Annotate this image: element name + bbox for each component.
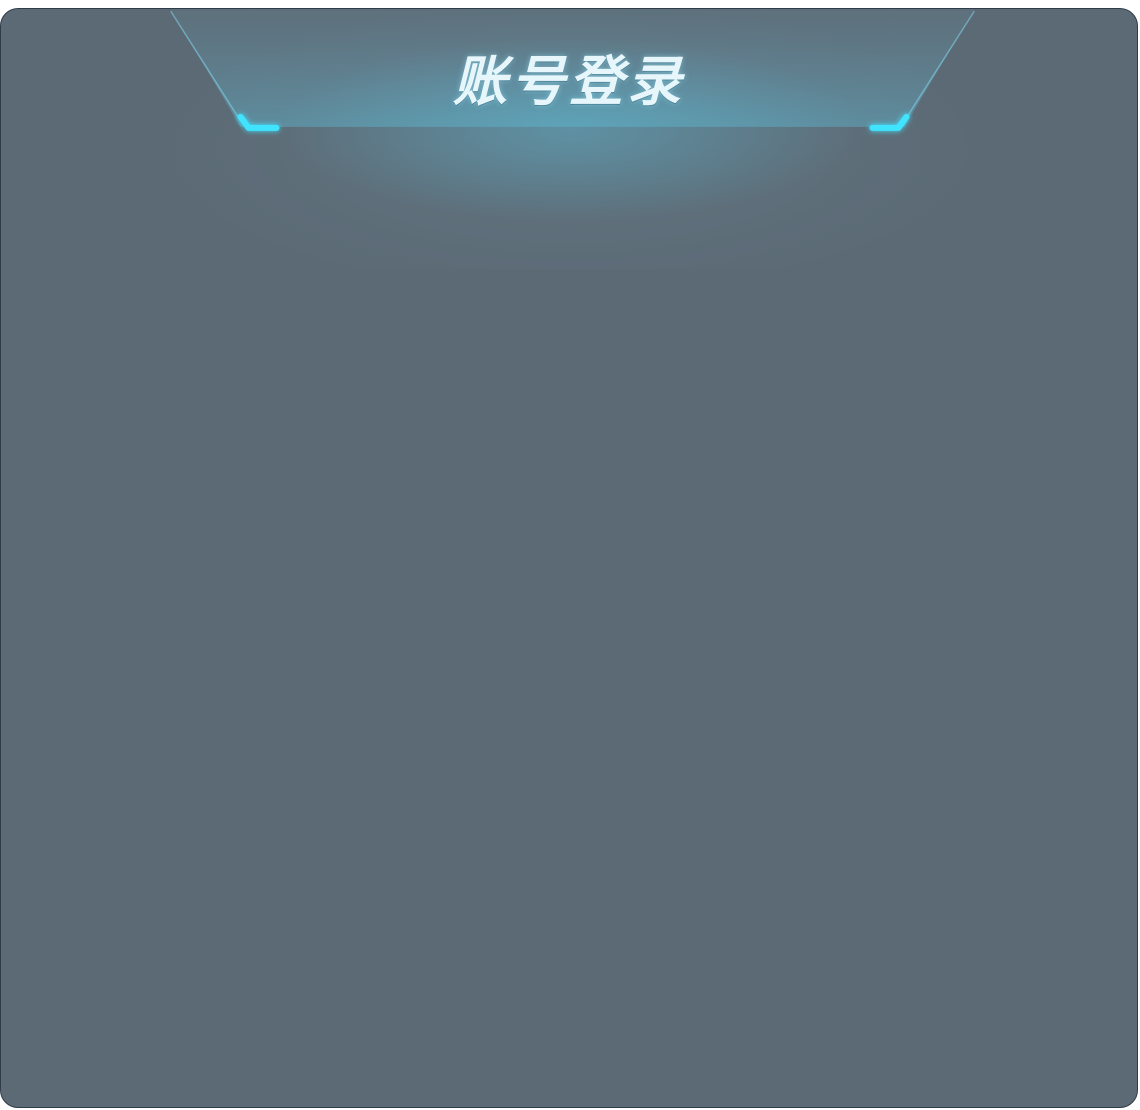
dialog-title: 账号登录	[453, 50, 685, 113]
header-left-corner-accent	[237, 113, 280, 131]
header-right-corner-accent	[869, 113, 910, 131]
login-dialog-panel: 账号登录	[0, 8, 1138, 1108]
